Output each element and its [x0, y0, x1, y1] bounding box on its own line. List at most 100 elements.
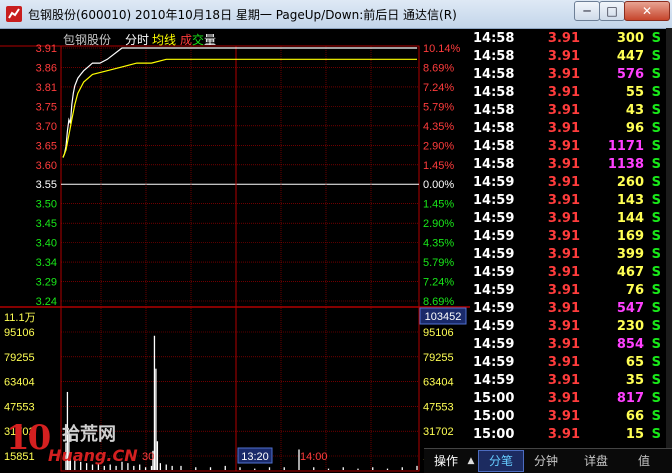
tab-detail[interactable]: 详盘: [574, 451, 618, 471]
tick-volume: 547: [616, 301, 644, 316]
pct-tick-label: 2.90%: [423, 218, 454, 230]
tab-operations[interactable]: 操作: [424, 451, 468, 471]
watermark-en: Huang.CN: [48, 446, 138, 465]
price-tick-label: 3.65: [36, 140, 57, 152]
tick-row: 14:58 3.91 576 S: [470, 66, 666, 84]
price-tick-label: 3.81: [36, 82, 57, 94]
tick-price: 3.91: [547, 85, 580, 100]
tick-volume: 143: [616, 193, 644, 208]
tick-time: 14:59: [473, 283, 515, 298]
chart-frame: [60, 45, 420, 472]
tick-time: 14:59: [473, 175, 515, 190]
tick-time: 14:58: [473, 67, 515, 82]
tick-volume: 300: [616, 31, 644, 46]
tick-time: 14:59: [473, 193, 515, 208]
tick-side: S: [651, 175, 661, 190]
tick-row: 14:59 3.91 144 S: [470, 210, 666, 228]
tick-side: S: [651, 67, 661, 82]
tick-side: S: [651, 409, 661, 424]
tick-volume: 1171: [607, 139, 644, 154]
price-tick-label: 3.91: [36, 43, 57, 55]
tick-side: S: [651, 355, 661, 370]
tick-row: 15:00 3.91 15 S: [470, 426, 666, 444]
maximize-button[interactable]: □: [599, 1, 625, 21]
volume-label-part3: 量: [204, 33, 216, 47]
close-button[interactable]: ✕: [624, 1, 670, 21]
tab-trades[interactable]: 分笔: [478, 450, 524, 472]
tick-volume: 35: [625, 373, 644, 388]
minimize-button[interactable]: ─: [574, 1, 600, 21]
price-tick-label: 3.24: [36, 296, 57, 308]
tick-row: 14:59 3.91 35 S: [470, 372, 666, 390]
tick-volume: 467: [616, 265, 644, 280]
tick-time: 14:58: [473, 85, 515, 100]
tick-row: 15:00 3.91 66 S: [470, 408, 666, 426]
pct-tick-label: 8.69%: [423, 62, 454, 74]
tick-volume: 96: [625, 121, 644, 136]
tick-side: S: [651, 247, 661, 262]
intraday-chart[interactable]: 3.91 10.14% 3.86 8.69% 3.81 7.24% 3.75 5.79% 3.7…: [0, 28, 470, 472]
tick-side: S: [651, 283, 661, 298]
tick-volume: 65: [625, 355, 644, 370]
tick-side: S: [651, 157, 661, 172]
price-tick-label: 3.50: [36, 199, 57, 211]
tick-volume: 76: [625, 283, 644, 298]
tick-row: 14:59 3.91 547 S: [470, 300, 666, 318]
price-line-series: [62, 47, 417, 158]
tick-side: S: [651, 427, 661, 442]
volume-tick-label-right: 95106: [423, 327, 454, 339]
tick-row: 14:58 3.91 55 S: [470, 84, 666, 102]
volume-label-part1: 成: [180, 33, 192, 47]
title-bar[interactable]: 包钢股份(600010) 2010年10月18日 星期一 PageUp/Down…: [0, 0, 672, 29]
tick-time: 14:59: [473, 229, 515, 244]
avg-line-label: 均线: [152, 33, 176, 47]
pct-tick-label: 4.35%: [423, 121, 454, 133]
tick-time: 14:59: [473, 211, 515, 226]
operations-arrow-icon[interactable]: ▲: [464, 451, 478, 471]
tick-time: 14:59: [473, 355, 515, 370]
tick-time: 15:00: [473, 391, 515, 406]
tick-price: 3.91: [547, 175, 580, 190]
tick-price: 3.91: [547, 157, 580, 172]
tick-row: 14:58 3.91 96 S: [470, 120, 666, 138]
pct-tick-label: 5.79%: [423, 257, 454, 269]
tick-price: 3.91: [547, 193, 580, 208]
tick-price: 3.91: [547, 355, 580, 370]
avg-line-series: [62, 58, 417, 158]
volume-unit: 11.1万: [4, 312, 36, 324]
tick-time: 14:59: [473, 301, 515, 316]
volume-tick-label-right: 31702: [423, 426, 454, 438]
vertical-scrollbar[interactable]: [666, 28, 672, 448]
watermark-number: 10: [6, 418, 51, 458]
mode-label[interactable]: 分时: [125, 33, 149, 47]
tick-row: 14:59 3.91 399 S: [470, 246, 666, 264]
volume-tick-label: 95106: [4, 327, 35, 339]
tick-time: 14:58: [473, 139, 515, 154]
tick-volume: 447: [616, 49, 644, 64]
tick-side: S: [651, 139, 661, 154]
tick-price: 3.91: [547, 373, 580, 388]
tick-row: 14:59 3.91 76 S: [470, 282, 666, 300]
tick-price: 3.91: [547, 409, 580, 424]
pct-tick-label: 7.24%: [423, 82, 454, 94]
pct-tick-label: 10.14%: [423, 43, 461, 55]
tick-time: 15:00: [473, 427, 515, 442]
tab-minute[interactable]: 分钟: [524, 451, 568, 471]
pct-tick-label: 7.24%: [423, 277, 454, 289]
tick-volume: 260: [616, 175, 644, 190]
tick-price: 3.91: [547, 283, 580, 298]
tick-side: S: [651, 229, 661, 244]
price-tick-label: 3.45: [36, 218, 57, 230]
tick-price: 3.91: [547, 319, 580, 334]
trade-ticks-panel[interactable]: 14:58 3.91 300 S 14:58 3.91 447 S 14:58 3.91 576 S 1…: [470, 30, 666, 447]
tick-side: S: [651, 85, 661, 100]
tick-volume: 66: [625, 409, 644, 424]
tick-row: 14:59 3.91 65 S: [470, 354, 666, 372]
price-tick-label: 3.86: [36, 62, 57, 74]
tick-time: 14:59: [473, 247, 515, 262]
volume-tick-label-right: 63404: [423, 377, 454, 389]
tab-value[interactable]: 值: [622, 451, 666, 471]
tick-volume: 399: [616, 247, 644, 262]
volume-max-value: 103452: [425, 311, 462, 323]
watermark-cn: 拾荒网: [62, 424, 116, 445]
